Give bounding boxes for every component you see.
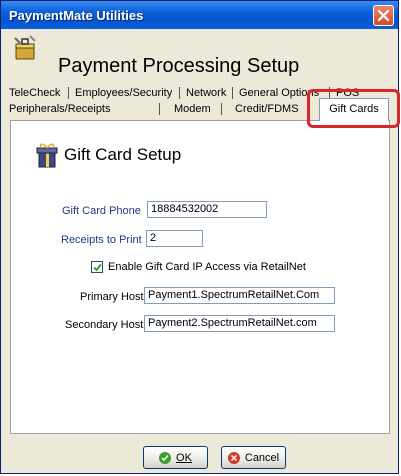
cancel-button[interactable]: Cancel xyxy=(221,446,286,469)
gift-cards-panel xyxy=(10,120,390,434)
tab-telecheck[interactable]: TeleCheck xyxy=(9,85,60,101)
toolbox-icon xyxy=(14,35,36,60)
enable-ip-checkbox[interactable] xyxy=(91,261,103,273)
ok-label: OK xyxy=(176,451,192,464)
check-icon xyxy=(92,263,102,271)
secondary-host-label: Secondary Host xyxy=(65,319,144,331)
gift-card-icon xyxy=(36,143,58,168)
tab-employees-security[interactable]: Employees/Security xyxy=(75,85,172,101)
cancel-label: Cancel xyxy=(244,451,280,464)
tab-credit-fdms[interactable]: Credit/FDMS xyxy=(235,101,299,117)
tab-modem[interactable]: Modem xyxy=(174,101,211,117)
payment-setup-window: PaymentMate Utilities Payment Processing… xyxy=(0,0,400,475)
primary-host-label: Primary Host xyxy=(80,291,144,303)
gift-card-phone-label: Gift Card Phone xyxy=(62,205,141,217)
primary-host-field[interactable]: Payment1.SpectrumRetailNet.Com xyxy=(144,287,335,304)
page-title: Payment Processing Setup xyxy=(58,55,300,77)
title-bar[interactable]: PaymentMate Utilities xyxy=(1,1,398,29)
check-circle-icon xyxy=(159,451,172,464)
tab-network[interactable]: Network xyxy=(186,85,226,101)
enable-ip-label: Enable Gift Card IP Access via RetailNet xyxy=(108,261,306,273)
dialog-footer: OK Cancel xyxy=(1,438,398,475)
ok-button[interactable]: OK xyxy=(143,446,208,469)
close-button[interactable] xyxy=(373,5,394,26)
receipts-to-print-label: Receipts to Print xyxy=(61,234,142,246)
receipts-to-print-field[interactable]: 2 xyxy=(146,230,203,247)
close-icon xyxy=(378,10,389,21)
secondary-host-field[interactable]: Payment2.SpectrumRetailNet.com xyxy=(144,315,335,332)
highlight-box xyxy=(307,89,400,128)
window-title: PaymentMate Utilities xyxy=(9,8,144,23)
section-title: Gift Card Setup xyxy=(64,145,182,164)
gift-card-phone-field[interactable]: 18884532002 xyxy=(147,201,267,218)
header: Payment Processing Setup xyxy=(1,29,398,87)
tab-peripherals-receipts[interactable]: Peripherals/Receipts xyxy=(9,101,111,117)
cancel-icon xyxy=(227,451,240,464)
